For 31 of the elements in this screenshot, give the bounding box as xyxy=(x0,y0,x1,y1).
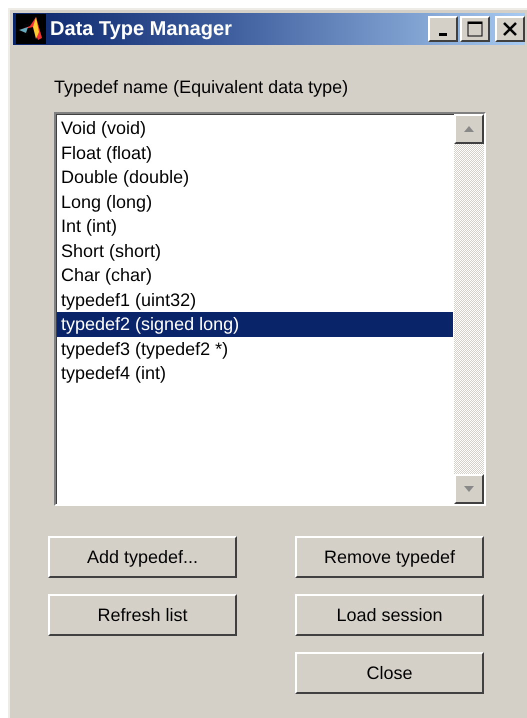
scrollbar[interactable] xyxy=(454,114,484,504)
list-item[interactable]: Char (char) xyxy=(57,263,453,288)
dialog-button[interactable]: Refresh list xyxy=(48,594,237,636)
scroll-down-button[interactable] xyxy=(454,474,484,504)
list-item[interactable]: typedef4 (int) xyxy=(57,361,453,386)
list-item[interactable]: Int (int) xyxy=(57,214,453,238)
app-icon xyxy=(16,14,46,44)
list-item[interactable]: Void (void) xyxy=(57,116,453,140)
list-item[interactable]: typedef3 (typedef2 *) xyxy=(57,336,453,361)
list-label: Typedef name (Equivalent data type) xyxy=(54,77,350,98)
list-item[interactable]: Long (long) xyxy=(57,190,453,214)
dialog-button[interactable]: Load session xyxy=(295,594,484,636)
scroll-up-button[interactable] xyxy=(454,114,484,144)
typedef-list[interactable]: Void (void) Float (float) Double (double) Long (long) Int (int) Short (short) Char (char) typedef1 (uint32) typedef2 (signed long) typedef3 (typedef2 *) typedef4 (int) xyxy=(54,112,486,506)
up-arrow-icon xyxy=(464,126,474,132)
dialog-button[interactable]: Close xyxy=(295,652,484,694)
list-item[interactable]: Double (double) xyxy=(57,165,453,190)
down-arrow-icon xyxy=(464,486,474,492)
window-title: Data Type Manager xyxy=(50,18,233,40)
close-icon xyxy=(502,21,518,37)
minimize-icon xyxy=(439,32,447,36)
dialog-button[interactable]: Add typedef... xyxy=(48,536,237,578)
maximize-icon xyxy=(467,21,483,37)
minimize-button[interactable] xyxy=(428,16,458,42)
close-button[interactable] xyxy=(495,16,525,42)
dialog-button[interactable]: Remove typedef xyxy=(295,536,484,578)
list-item[interactable]: Short (short) xyxy=(57,238,453,263)
list-item[interactable]: typedef2 (signed long) xyxy=(57,312,453,336)
list-item[interactable]: typedef1 (uint32) xyxy=(57,288,453,312)
list-item[interactable]: Float (float) xyxy=(57,140,453,165)
maximize-button[interactable] xyxy=(460,16,490,42)
